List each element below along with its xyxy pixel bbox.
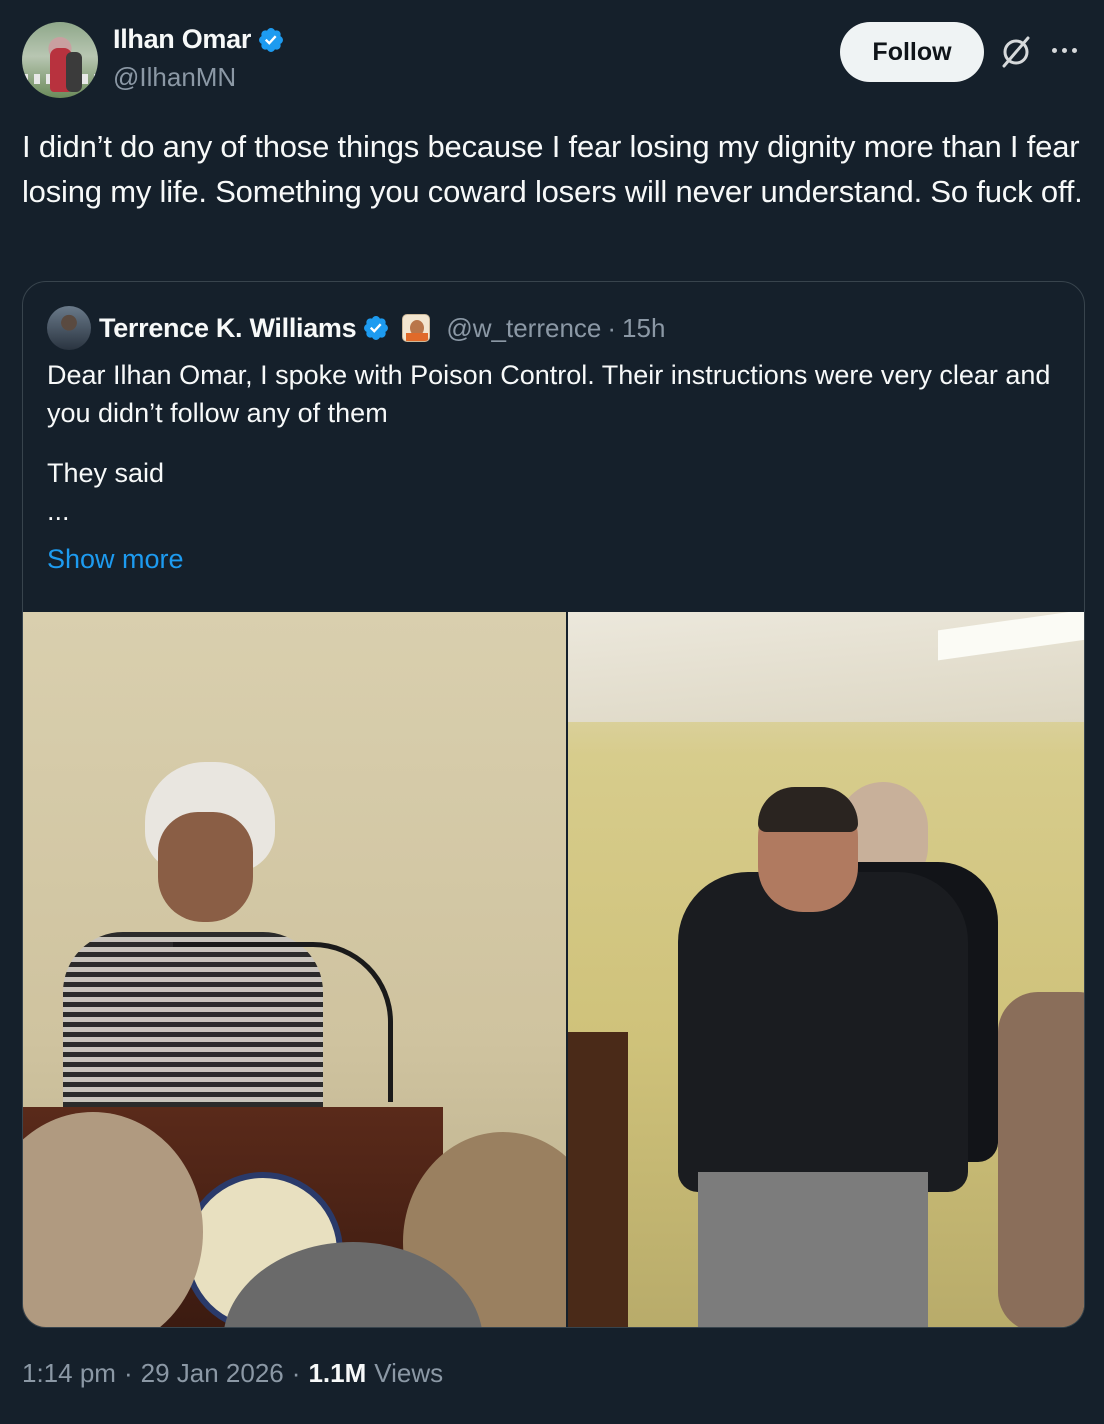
quoted-author-name[interactable]: Terrence K. Williams bbox=[99, 313, 357, 344]
tweet-text: I didn’t do any of those things because … bbox=[22, 129, 1083, 209]
quoted-separator: · bbox=[607, 312, 617, 343]
quoted-verified-badge-icon bbox=[364, 316, 389, 340]
tweet-container: Ilhan Omar @IlhanMN Follow I didn’t do a… bbox=[0, 0, 1104, 1424]
quoted-tweet[interactable]: Terrence K. Williams @w_terrence · 15h D… bbox=[22, 281, 1085, 1328]
quoted-photo-right[interactable] bbox=[568, 612, 1084, 1327]
verified-badge-icon bbox=[259, 27, 284, 52]
meta-separator: · bbox=[291, 1358, 301, 1388]
quoted-timestamp[interactable]: 15h bbox=[622, 313, 665, 344]
quoted-text-line: Dear Ilhan Omar, I spoke with Poison Con… bbox=[47, 360, 1051, 428]
tweet-date[interactable]: 29 Jan 2026 bbox=[141, 1358, 284, 1389]
views-count[interactable]: 1.1M bbox=[308, 1358, 366, 1389]
author-avatar[interactable] bbox=[22, 22, 98, 98]
author-name-row: Ilhan Omar bbox=[113, 24, 285, 55]
quoted-author-handle[interactable]: @w_terrence bbox=[446, 313, 601, 344]
tweet-meta: 1:14 pm · 29 Jan 2026 · 1.1M Views bbox=[22, 1358, 443, 1389]
affiliate-badge-icon bbox=[402, 314, 431, 342]
quoted-photo-left[interactable] bbox=[23, 612, 566, 1327]
tweet-time[interactable]: 1:14 pm bbox=[22, 1358, 116, 1389]
quoted-text: Dear Ilhan Omar, I spoke with Poison Con… bbox=[47, 356, 1057, 530]
quoted-header: Terrence K. Williams @w_terrence · 15h bbox=[99, 308, 665, 348]
more-options-icon[interactable] bbox=[1052, 40, 1084, 60]
follow-button[interactable]: Follow bbox=[840, 22, 984, 82]
author-handle[interactable]: @IlhanMN bbox=[113, 62, 236, 93]
show-more-link[interactable]: Show more bbox=[47, 544, 184, 575]
quoted-author-avatar[interactable] bbox=[47, 306, 91, 350]
views-label: Views bbox=[374, 1358, 444, 1388]
quoted-text-line: They said bbox=[47, 458, 165, 488]
quoted-text-ellipsis: ... bbox=[47, 496, 70, 526]
grok-icon[interactable] bbox=[998, 34, 1034, 70]
author-name[interactable]: Ilhan Omar bbox=[113, 24, 251, 55]
meta-separator: · bbox=[123, 1358, 133, 1388]
